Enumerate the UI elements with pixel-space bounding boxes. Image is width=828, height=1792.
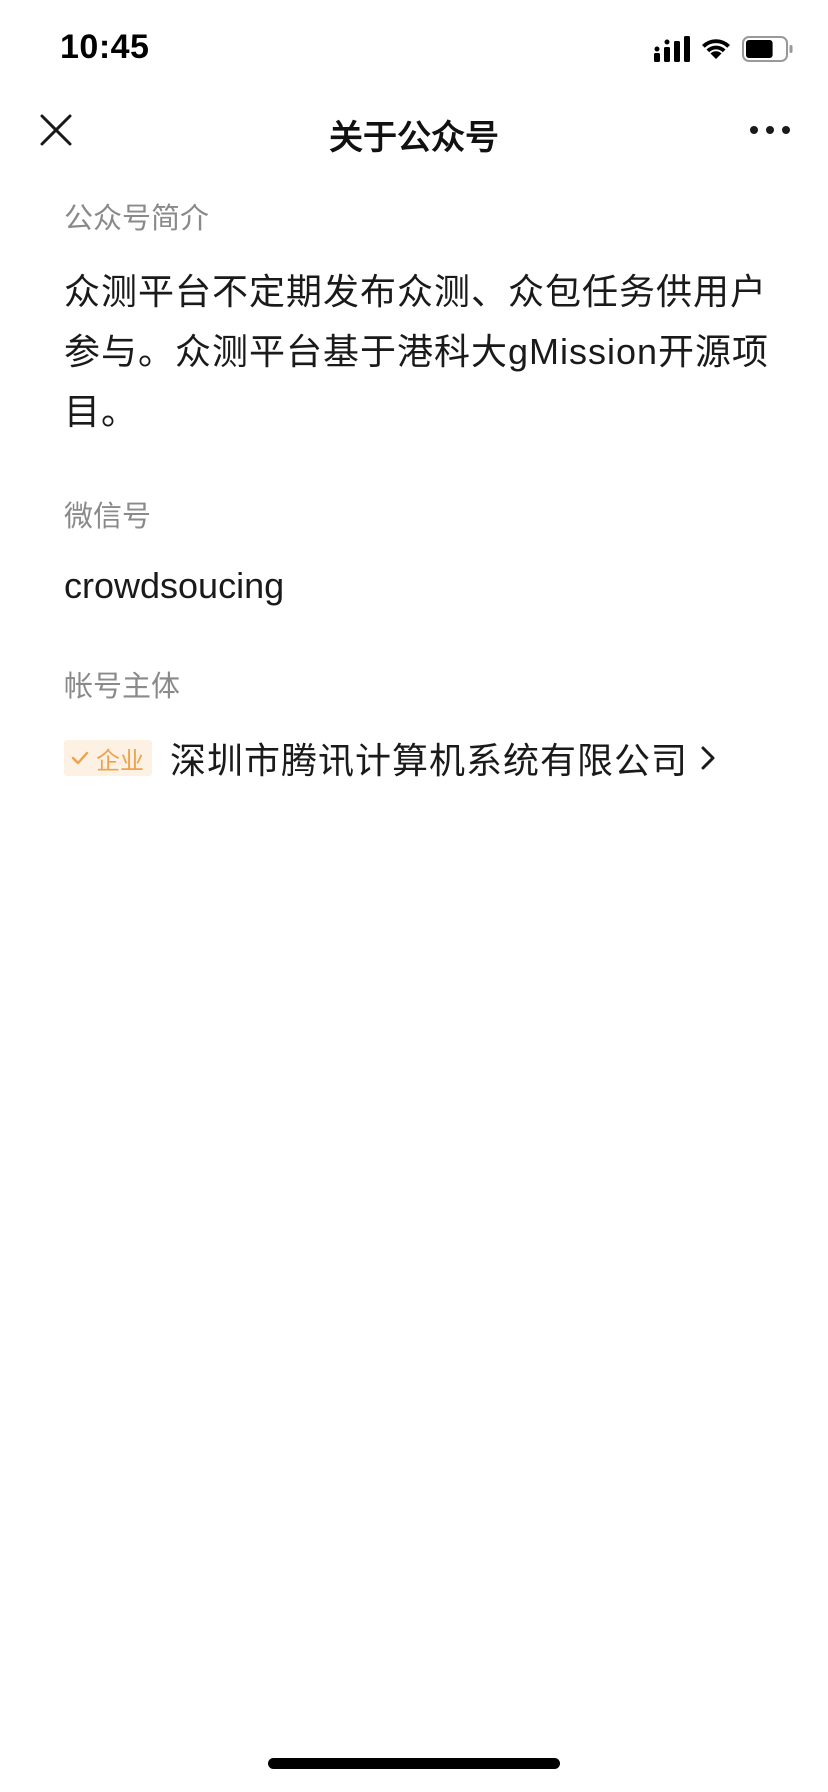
account-info: 公众号简介 众测平台不定期发布众测、众包任务供用户参与。众测平台基于港科大gMi… [64, 196, 774, 786]
status-time: 10:45 [60, 28, 150, 66]
status-bar: 10:45 [0, 0, 828, 100]
chevron-right-icon [701, 746, 715, 770]
subject-label: 帐号主体 [64, 671, 181, 703]
nav-bar: 关于公众号 [0, 90, 828, 174]
more-icon [750, 126, 790, 134]
battery-icon [742, 36, 793, 62]
subject-entity-link[interactable]: 企业 深圳市腾讯计算机系统有限公司 [64, 730, 774, 786]
company-name: 深圳市腾讯计算机系统有限公司 [170, 740, 689, 781]
intro-text: 众测平台不定期发布众测、众包任务供用户参与。众测平台基于港科大gMission开… [64, 271, 770, 432]
enterprise-badge: 企业 [64, 740, 152, 776]
wifi-icon [702, 39, 730, 59]
badge-label: 企业 [96, 747, 144, 775]
home-indicator[interactable] [268, 1758, 560, 1769]
signal-icon [654, 36, 690, 62]
check-icon [71, 751, 89, 765]
more-button[interactable] [748, 120, 792, 140]
page-title: 关于公众号 [329, 119, 499, 157]
status-icons [654, 34, 794, 64]
intro-label: 公众号简介 [64, 203, 210, 235]
wechat-id-label: 微信号 [64, 501, 152, 533]
wechat-id-value: crowdsoucing [64, 565, 285, 606]
